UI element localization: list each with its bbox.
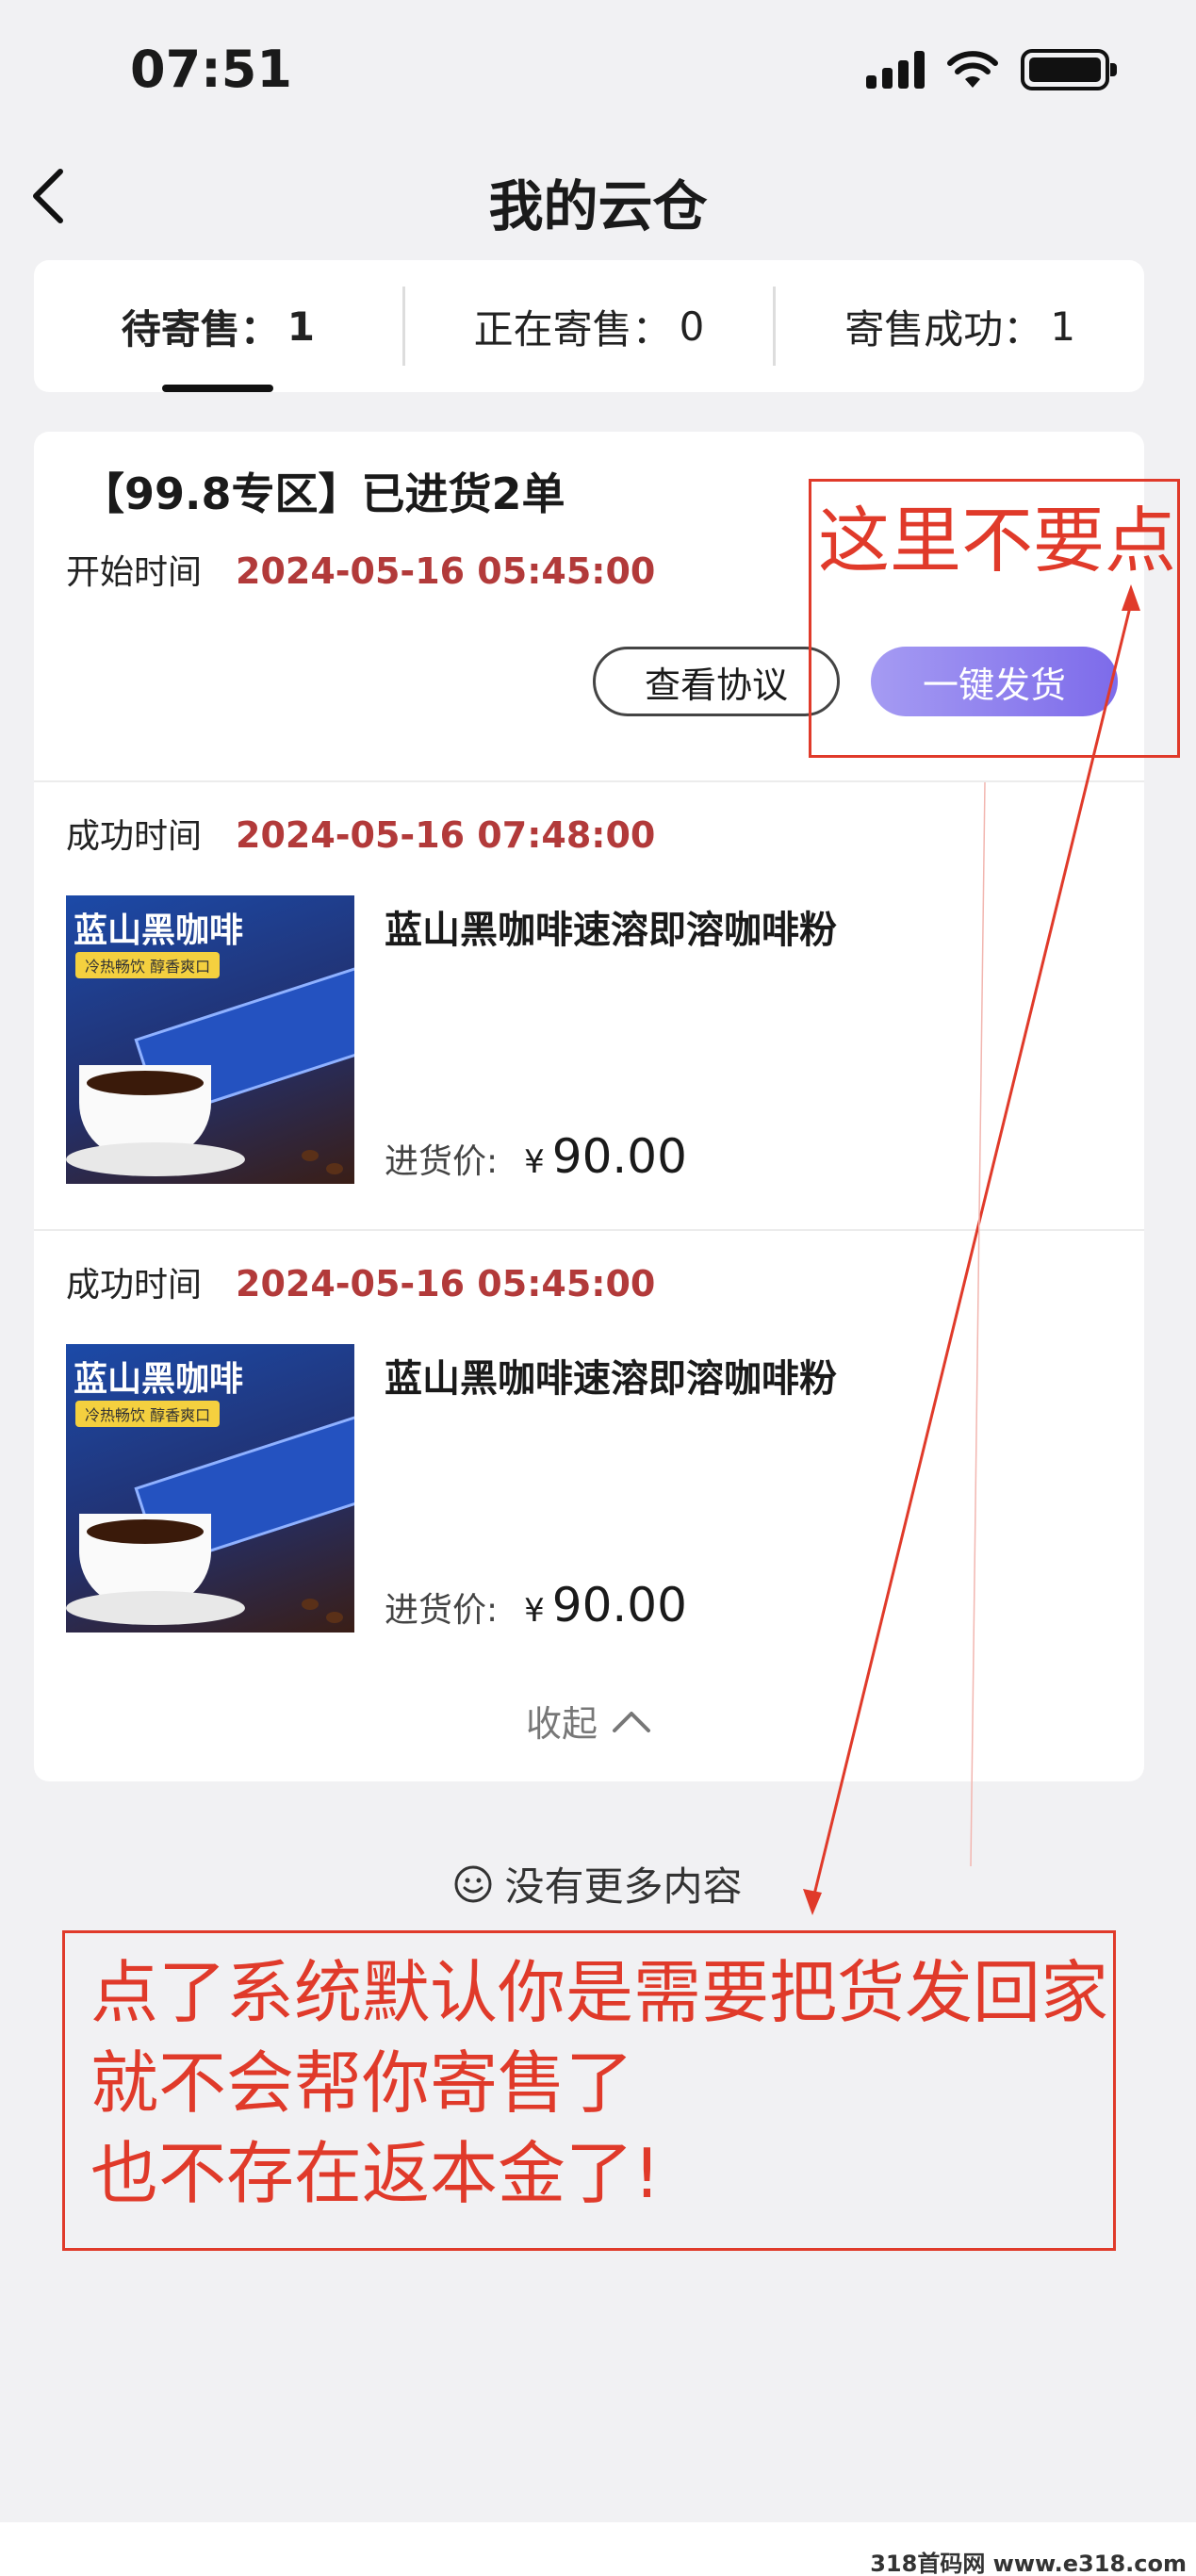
success-time-value: 2024-05-16 07:48:00 (236, 814, 656, 856)
start-time-value: 2024-05-16 05:45:00 (236, 550, 656, 592)
status-icons (866, 49, 1117, 90)
tab-count: 1 (1050, 303, 1076, 350)
collapse-label: 收起 (525, 1703, 598, 1745)
divider (34, 780, 1144, 782)
no-more-label: 没有更多内容 (504, 1863, 743, 1910)
price-row: 进货价: ¥ 90.00 (385, 1129, 687, 1184)
start-time-row: 开始时间 2024-05-16 05:45:00 (66, 545, 655, 594)
currency-symbol: ¥ (524, 1143, 545, 1181)
wifi-icon (947, 51, 998, 88)
smile-icon (454, 1865, 492, 1902)
watermark: 318首码网 www.e318.com (870, 2551, 1187, 2576)
zone-title: 【99.8专区】已进货2单 (81, 468, 565, 519)
product-name[interactable]: 蓝山黑咖啡速溶即溶咖啡粉 (385, 899, 837, 954)
view-agreement-button[interactable]: 查看协议 (593, 647, 840, 716)
success-time-label: 成功时间 (66, 1266, 203, 1304)
divider (34, 1229, 1144, 1231)
price-row: 进货价: ¥ 90.00 (385, 1578, 687, 1633)
product-image-title: 蓝山黑咖啡 (74, 911, 244, 950)
page-title: 我的云仓 (488, 174, 708, 238)
tab-count: 0 (679, 303, 705, 350)
tab-count: 1 (287, 303, 315, 350)
annotation-top-text: 这里不要点 (818, 499, 1176, 582)
product-image[interactable]: 蓝山黑咖啡 冷热畅饮 醇香爽口 (66, 1344, 354, 1633)
start-time-label: 开始时间 (66, 553, 203, 592)
currency-symbol: ¥ (524, 1592, 545, 1630)
annotation-bottom-text: 点了系统默认你是需要把货发回家 就不会帮你寄售了 也不存在返本金了! (90, 1947, 1108, 2219)
success-time-row: 成功时间 2024-05-16 07:48:00 (66, 809, 655, 858)
price-label: 进货价: (385, 1591, 499, 1630)
success-time-row: 成功时间 2024-05-16 05:45:00 (66, 1257, 655, 1306)
tab-bar: 待寄售： 1 正在寄售： 0 寄售成功： 1 (34, 260, 1144, 392)
tab-success[interactable]: 寄售成功： 1 (776, 260, 1144, 392)
product-image-badge: 冷热畅饮 醇香爽口 (75, 1401, 221, 1427)
price-label: 进货价: (385, 1142, 499, 1181)
tab-pending[interactable]: 待寄售： 1 (34, 260, 402, 392)
price-value: 90.00 (551, 1578, 687, 1633)
tab-label: 正在寄售： (473, 305, 672, 353)
signal-icon (866, 51, 925, 89)
tab-selling[interactable]: 正在寄售： 0 (405, 260, 774, 392)
success-time-value: 2024-05-16 05:45:00 (236, 1263, 656, 1304)
tab-label: 寄售成功： (844, 305, 1043, 353)
annotation-line: 就不会帮你寄售了 (90, 2043, 634, 2123)
annotation-line: 也不存在返本金了! (90, 2134, 661, 2213)
status-time: 07:51 (130, 40, 292, 99)
no-more-content: 没有更多内容 (0, 1855, 1196, 1912)
product-image-badge: 冷热畅饮 醇香爽口 (75, 952, 221, 978)
product-name[interactable]: 蓝山黑咖啡速溶即溶咖啡粉 (385, 1348, 837, 1403)
product-image-title: 蓝山黑咖啡 (74, 1360, 244, 1399)
chevron-up-icon (613, 1711, 650, 1732)
price-value: 90.00 (551, 1129, 687, 1184)
success-time-label: 成功时间 (66, 817, 203, 856)
annotation-line: 点了系统默认你是需要把货发回家 (90, 1953, 1109, 2032)
battery-icon (1021, 49, 1117, 90)
collapse-button[interactable]: 收起 (34, 1695, 1144, 1747)
screen: 07:51 我的云仓 待寄售： 1 正在寄售： 0 寄售成功： 1 【99.8专区】已… (0, 0, 1196, 2576)
product-image[interactable]: 蓝山黑咖啡 冷热畅饮 醇香爽口 (66, 895, 354, 1184)
tab-label: 待寄售： (121, 305, 280, 353)
